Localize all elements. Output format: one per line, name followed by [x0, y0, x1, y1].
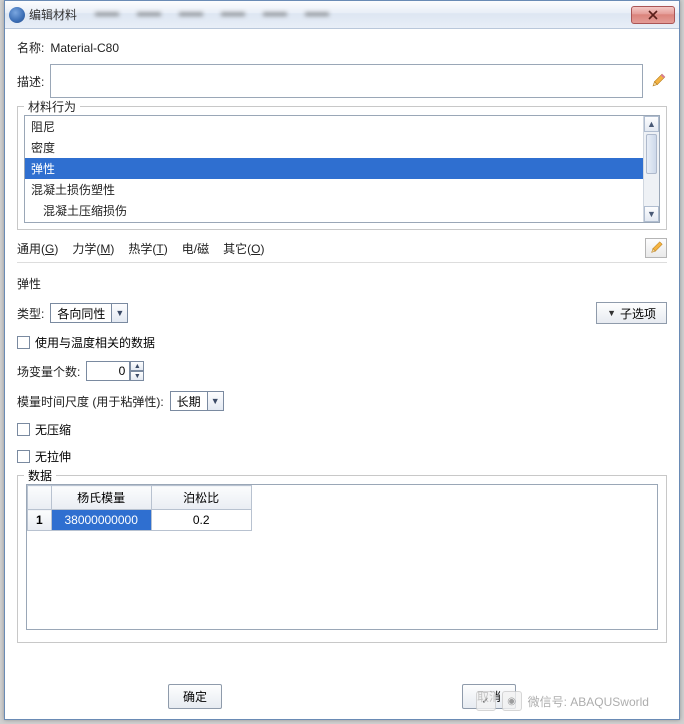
menu-electromagnetic[interactable]: 电/磁	[182, 240, 209, 257]
scroll-down-icon[interactable]: ▼	[644, 206, 659, 222]
use-temp-data-label: 使用与温度相关的数据	[35, 334, 155, 351]
pencil-icon	[649, 241, 663, 255]
edit-behavior-button[interactable]	[645, 238, 667, 258]
col-youngs-modulus[interactable]: 杨氏模量	[51, 486, 151, 510]
behaviors-legend: 材料行为	[24, 98, 80, 115]
data-table[interactable]: 杨氏模量 泊松比 1 38000000000 0.2	[26, 484, 658, 630]
menu-thermal[interactable]: 热学(T)	[128, 240, 167, 257]
elastic-params: 类型: 各向同性 ▼ ▼ 子选项 使用与温度相关的数据 场变量个数:	[17, 302, 667, 643]
chevron-down-icon: ▼	[207, 392, 223, 410]
description-label: 描述:	[17, 73, 44, 90]
fieldvar-spinner[interactable]: ▲ ▼	[86, 361, 144, 381]
use-temp-data-checkbox[interactable]	[17, 336, 30, 349]
watermark-text: 微信号: ABAQUSworld	[528, 693, 649, 710]
no-compression-label: 无压缩	[35, 421, 71, 438]
dialog-content: 名称: Material-C80 描述: 材料行为 阻尼密度弹性混凝土损伤塑性混…	[5, 29, 679, 653]
wechat-icon: ✓	[476, 691, 496, 711]
fieldvar-label: 场变量个数:	[17, 363, 80, 380]
cell-poissons-ratio[interactable]: 0.2	[151, 510, 251, 531]
spin-up-icon[interactable]: ▲	[130, 361, 144, 371]
type-value: 各向同性	[51, 305, 111, 322]
row-header-blank	[28, 486, 52, 510]
name-label: 名称:	[17, 39, 44, 56]
description-input[interactable]	[50, 64, 643, 98]
behavior-item[interactable]: 密度	[25, 137, 659, 158]
app-icon	[9, 7, 25, 23]
name-value[interactable]: Material-C80	[50, 41, 119, 55]
row-number: 1	[28, 510, 52, 531]
triangle-down-icon: ▼	[607, 308, 616, 318]
menu-general[interactable]: 通用(G)	[17, 240, 58, 257]
edit-description-button[interactable]	[649, 72, 667, 90]
moduli-label: 模量时间尺度 (用于粘弹性):	[17, 393, 164, 410]
menu-mechanical[interactable]: 力学(M)	[72, 240, 114, 257]
ok-button[interactable]: 确定	[168, 684, 222, 709]
moduli-select[interactable]: 长期 ▼	[170, 391, 224, 411]
data-legend: 数据	[24, 467, 56, 484]
fieldvar-input[interactable]	[86, 361, 130, 381]
suboptions-label: 子选项	[620, 305, 656, 322]
close-button[interactable]	[631, 6, 675, 24]
type-select[interactable]: 各向同性 ▼	[50, 303, 128, 323]
wechat-icon: ◉	[502, 691, 522, 711]
no-tension-checkbox[interactable]	[17, 450, 30, 463]
scrollbar[interactable]: ▲ ▼	[643, 116, 659, 222]
background-menu-blur: ▬▬▬▬▬▬▬▬▬▬▬▬	[95, 5, 599, 23]
spin-down-icon[interactable]: ▼	[130, 371, 144, 381]
pencil-icon	[647, 70, 670, 93]
no-compression-checkbox[interactable]	[17, 423, 30, 436]
table-row[interactable]: 1 38000000000 0.2	[28, 510, 252, 531]
behavior-menubar: 通用(G) 力学(M) 热学(T) 电/磁 其它(O)	[17, 238, 667, 263]
material-behaviors-fieldset: 材料行为 阻尼密度弹性混凝土损伤塑性混凝土压缩损伤 ▲ ▼	[17, 106, 667, 230]
section-title: 弹性	[17, 275, 667, 292]
type-label: 类型:	[17, 305, 44, 322]
behavior-item[interactable]: 阻尼	[25, 116, 659, 137]
behavior-item[interactable]: 混凝土损伤塑性	[25, 179, 659, 200]
scroll-thumb[interactable]	[646, 134, 657, 174]
moduli-value: 长期	[171, 393, 207, 410]
scroll-up-icon[interactable]: ▲	[644, 116, 659, 132]
edit-material-dialog: 编辑材料 ▬▬▬▬▬▬▬▬▬▬▬▬ 名称: Material-C80 描述: 材…	[4, 0, 680, 720]
cell-youngs-modulus[interactable]: 38000000000	[51, 510, 151, 531]
col-poissons-ratio[interactable]: 泊松比	[151, 486, 251, 510]
behaviors-list[interactable]: 阻尼密度弹性混凝土损伤塑性混凝土压缩损伤 ▲ ▼	[24, 115, 660, 223]
watermark: ✓ ◉ 微信号: ABAQUSworld	[476, 691, 649, 711]
suboptions-button[interactable]: ▼ 子选项	[596, 302, 667, 324]
data-fieldset: 数据 杨氏模量 泊松比 1 38000000000 0.2	[17, 475, 667, 643]
no-tension-label: 无拉伸	[35, 448, 71, 465]
behavior-item[interactable]: 混凝土压缩损伤	[25, 200, 659, 221]
chevron-down-icon: ▼	[111, 304, 127, 322]
behavior-item[interactable]: 弹性	[25, 158, 659, 179]
titlebar[interactable]: 编辑材料 ▬▬▬▬▬▬▬▬▬▬▬▬	[5, 1, 679, 29]
menu-other[interactable]: 其它(O)	[223, 240, 264, 257]
